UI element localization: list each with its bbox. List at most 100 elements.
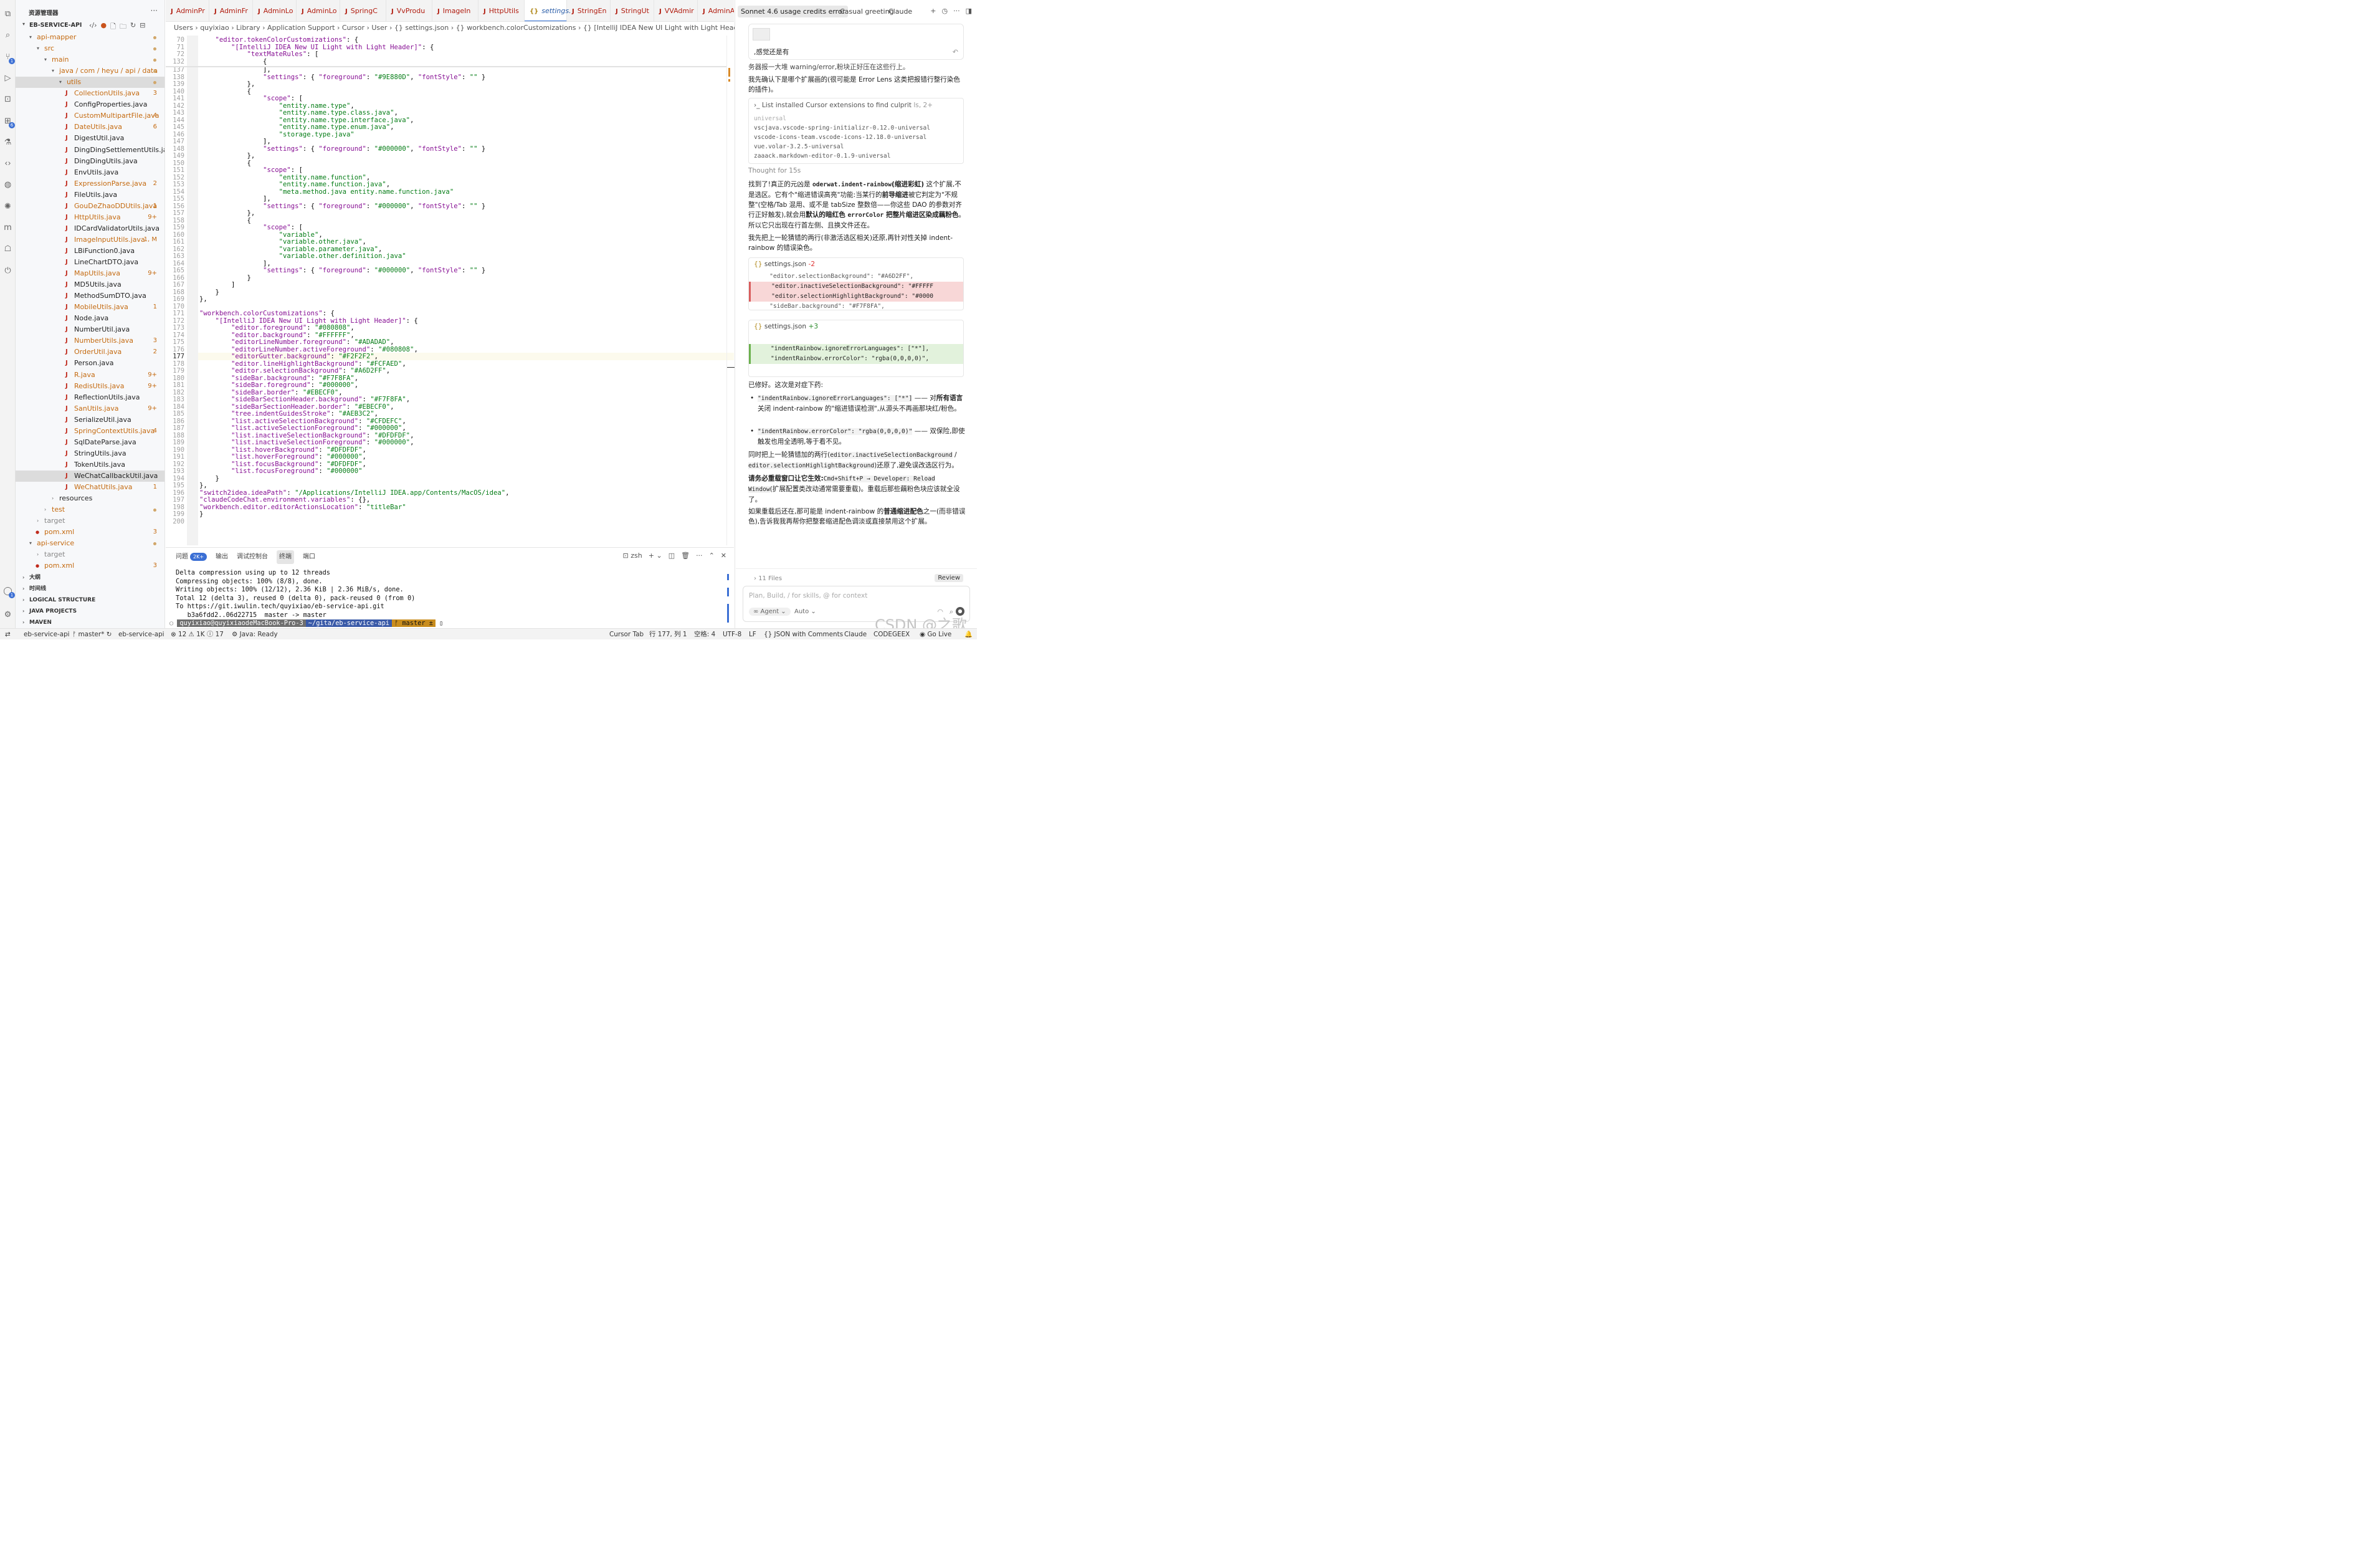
more-icon[interactable]: ··· bbox=[696, 552, 703, 560]
tree-file[interactable]: J CollectionUtils.java 3 bbox=[16, 88, 164, 99]
status-golive[interactable]: ◉ Go Live bbox=[920, 629, 951, 640]
breadcrumb[interactable]: Users › quyixiao › Library › Application… bbox=[174, 24, 748, 32]
model-select[interactable]: Auto ⌄ bbox=[794, 608, 816, 615]
status-position[interactable]: 行 177, 列 1 bbox=[649, 629, 687, 640]
more-icon[interactable]: ··· bbox=[953, 7, 960, 15]
tree-file[interactable]: ● pom.xml 3 bbox=[16, 527, 164, 538]
editor-tab[interactable]: JAdminAp bbox=[698, 0, 734, 21]
trash-icon[interactable]: 🗑 bbox=[681, 552, 690, 560]
toggle-panel-icon[interactable]: ◨ bbox=[966, 7, 972, 15]
tree-file[interactable]: J MD5Utils.java bbox=[16, 279, 164, 290]
tree-folder[interactable]: › resources bbox=[16, 493, 164, 504]
gear-icon[interactable]: ⚙ bbox=[2, 609, 13, 620]
tree-file[interactable]: J StringUtils.java bbox=[16, 448, 164, 459]
tree-file[interactable]: J Node.java bbox=[16, 313, 164, 324]
files-icon[interactable]: ⧉ bbox=[2, 9, 13, 19]
tree-file[interactable]: J R.java 9+ bbox=[16, 370, 164, 381]
code-view[interactable]: 70 "editor.tokenColorCustomizations": {7… bbox=[166, 36, 734, 545]
panel-tab[interactable]: 终端 bbox=[277, 550, 295, 564]
tree-file[interactable]: J ConfigProperties.java bbox=[16, 99, 164, 110]
testing-icon[interactable]: ⚗ bbox=[2, 137, 13, 148]
status-problems[interactable]: ⊗ 12 ⚠ 1K ⓘ 17 bbox=[171, 629, 224, 640]
editor-tab[interactable]: J AdminPr bbox=[166, 0, 209, 21]
terminal-prompt[interactable]: ○ quyixiao@quyixiaodeMacBook-Pro-3 ~/gita… bbox=[169, 619, 443, 628]
diff-card[interactable]: {} settings.json -2 "editor.selectionBac… bbox=[748, 257, 964, 310]
tree-folder[interactable]: ▾ api-mapper bbox=[16, 32, 164, 43]
sidebar-section[interactable]: › LOGICAL STRUCTURE bbox=[16, 595, 164, 606]
tree-file[interactable]: J SerializeUtil.java bbox=[16, 414, 164, 426]
run-debug-icon[interactable]: ▷ bbox=[2, 73, 13, 84]
search-icon[interactable]: ⌕ bbox=[2, 30, 13, 41]
status-claude[interactable]: Claude bbox=[844, 629, 867, 640]
tree-file[interactable]: J MethodSumDTO.java bbox=[16, 290, 164, 302]
tree-folder[interactable]: ▾ src bbox=[16, 43, 164, 54]
source-control-icon[interactable]: ⑂ 1 bbox=[2, 52, 15, 64]
tree-file[interactable]: J DingDingUtils.java bbox=[16, 156, 164, 167]
diff-card[interactable]: {} settings.json +3 "indentRainbow.ignor… bbox=[748, 320, 964, 377]
tree-file[interactable]: J MobileUtils.java 1 bbox=[16, 302, 164, 313]
tool-call-card[interactable]: ›_ List installed Cursor extensions to f… bbox=[748, 98, 964, 164]
editor-tab[interactable]: J AdminFr bbox=[209, 0, 253, 21]
status-eol[interactable]: LF bbox=[749, 629, 756, 640]
status-java[interactable]: ⚙ Java: Ready bbox=[232, 629, 278, 640]
editor-tab[interactable]: J HttpUtils bbox=[478, 0, 525, 21]
status-encoding[interactable]: UTF-8 bbox=[723, 629, 741, 640]
tree-file[interactable]: J SqlDateParse.java bbox=[16, 437, 164, 448]
tree-file[interactable]: J DingDingSettlementUtils.java bbox=[16, 145, 164, 156]
more-actions-icon[interactable]: ··· bbox=[151, 6, 158, 15]
status-indent[interactable]: 空格: 4 bbox=[694, 629, 715, 640]
agent-mode-select[interactable]: ∞ Agent ⌄ bbox=[749, 608, 791, 616]
editor-tab[interactable]: J VvProdu bbox=[386, 0, 432, 21]
editor-tab[interactable]: J VVAdmir bbox=[654, 0, 698, 21]
panel-tab[interactable]: 问题 2K+ bbox=[176, 550, 207, 564]
chat-tab[interactable]: Casual greeting bbox=[840, 6, 894, 17]
tree-file[interactable]: J DateUtils.java 6 bbox=[16, 122, 164, 133]
tree-folder[interactable]: › target bbox=[16, 549, 164, 560]
editor-tab[interactable]: J ImageIn bbox=[432, 0, 478, 21]
tree-file[interactable]: J Person.java bbox=[16, 358, 164, 369]
tree-file[interactable]: J IDCardValidatorUtils.java bbox=[16, 223, 164, 234]
tree-file[interactable]: J TokenUtils.java bbox=[16, 459, 164, 471]
close-icon[interactable]: ✕ bbox=[721, 552, 726, 560]
code-icon[interactable]: ‹› bbox=[2, 158, 13, 169]
tree-file[interactable]: J CustomMultipartFile.java 4 bbox=[16, 110, 164, 122]
sidebar-section[interactable]: › MAVEN bbox=[16, 617, 164, 628]
status-cursor-tab[interactable]: Cursor Tab bbox=[609, 629, 644, 640]
bell-icon[interactable]: 🔔 bbox=[964, 629, 973, 640]
tree-file[interactable]: J FileUtils.java bbox=[16, 189, 164, 201]
review-button[interactable]: Review bbox=[935, 574, 963, 582]
tree-folder[interactable]: ▾ api-service bbox=[16, 538, 164, 549]
tree-file[interactable]: J GouDeZhaoDDUtils.java 1 bbox=[16, 201, 164, 212]
chat-icon[interactable]: ◍ bbox=[2, 179, 13, 190]
panel-tab[interactable]: 端口 bbox=[303, 550, 315, 564]
overview-ruler[interactable] bbox=[726, 36, 735, 545]
tree-file[interactable]: J WeChatCallbackUtil.java bbox=[16, 470, 164, 482]
new-terminal-icon[interactable]: + ⌄ bbox=[649, 552, 662, 560]
remote-icon[interactable]: ⇄ bbox=[5, 629, 11, 640]
sidebar-section[interactable]: › 时间线 bbox=[16, 583, 164, 595]
account-icon[interactable]: ◯ 1 bbox=[2, 586, 15, 598]
editor-tab[interactable]: J AdminLo bbox=[297, 0, 340, 21]
tree-file[interactable]: J ReflectionUtils.java bbox=[16, 392, 164, 403]
status-codegeex[interactable]: CODEGEEX bbox=[873, 629, 910, 640]
panel-tab[interactable]: 输出 bbox=[216, 550, 228, 564]
spark-icon[interactable]: ✺ bbox=[2, 201, 13, 212]
chat-tab[interactable]: Sonnet 4.6 usage credits error bbox=[738, 6, 849, 17]
tree-file[interactable]: J MapUtils.java 9+ bbox=[16, 268, 164, 279]
tree-file[interactable]: J DigestUtil.java bbox=[16, 133, 164, 144]
extensions-icon[interactable]: ⊞ 6 bbox=[2, 116, 15, 128]
tree-folder[interactable]: › test bbox=[16, 504, 164, 515]
tree-file[interactable]: J HttpUtils.java 9+ bbox=[16, 212, 164, 223]
split-icon[interactable]: ◫ bbox=[669, 552, 675, 560]
tree-file[interactable]: J ExpressionParse.java 2 bbox=[16, 178, 164, 189]
sidebar-section[interactable]: › JAVA PROJECTS bbox=[16, 606, 164, 617]
tree-file[interactable]: J LBiFunction0.java bbox=[16, 246, 164, 257]
editor-tab[interactable]: J StringUt bbox=[611, 0, 654, 21]
tree-file[interactable]: J LineChartDTO.java bbox=[16, 257, 164, 268]
tree-folder[interactable]: ▾ main bbox=[16, 54, 164, 65]
thought-indicator[interactable]: Thought for 15s bbox=[748, 166, 966, 176]
tree-file[interactable]: J ImageInputUtils.java 1, M bbox=[16, 234, 164, 246]
status-project[interactable]: eb-service-api bbox=[118, 629, 164, 640]
tree-file[interactable]: ● pom.xml 3 bbox=[16, 560, 164, 571]
editor-tab[interactable]: J AdminLo bbox=[253, 0, 297, 21]
